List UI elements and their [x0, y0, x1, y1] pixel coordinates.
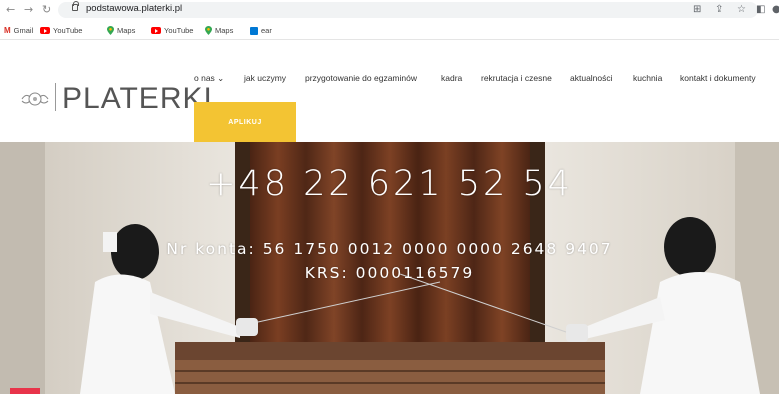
reload-icon[interactable]: ↻: [42, 3, 51, 16]
bookmark-label: Maps: [117, 26, 136, 35]
bookmark-label: YouTube: [164, 26, 194, 35]
maps-icon: [107, 26, 114, 35]
browser-toolbar: ← → ↻ podstawowa.platerki.pl ⊞ ⇪ ☆ ◧ ●: [0, 0, 779, 20]
forward-icon[interactable]: →: [24, 3, 33, 16]
lock-icon[interactable]: [72, 1, 79, 11]
krs-number: KRS: 0000116579: [304, 264, 475, 282]
bookmark-maps[interactable]: Maps: [107, 26, 135, 35]
profile-icon[interactable]: ●: [772, 4, 779, 15]
nav-rekrutacja[interactable]: rekrutacja i czesne: [481, 73, 552, 83]
nav-aktualnosci[interactable]: aktualności: [570, 73, 613, 83]
gmail-icon: M: [4, 26, 11, 35]
logo-separator: [55, 83, 56, 111]
translate-icon[interactable]: ⊞: [693, 4, 701, 15]
bookmark-label: ear: [261, 26, 272, 35]
nav-kuchnia[interactable]: kuchnia: [633, 73, 662, 83]
bookmark-maps-2[interactable]: Maps: [205, 26, 233, 35]
bookmark-label: Maps: [215, 26, 234, 35]
bookmark-ear[interactable]: ear: [250, 26, 272, 35]
maps-icon: [205, 26, 212, 35]
share-icon[interactable]: ⇪: [715, 4, 723, 15]
bookmark-label: Gmail: [13, 26, 34, 35]
nav-jak-uczymy[interactable]: jak uczymy: [244, 73, 286, 83]
apply-button[interactable]: APLIKUJ: [194, 102, 296, 142]
bookmark-label: YouTube: [53, 26, 83, 35]
sidepanel-icon[interactable]: ◧: [756, 4, 765, 15]
phone-number[interactable]: +48 22 621 52 54: [0, 164, 779, 204]
corner-badge: [10, 388, 40, 394]
site-logo[interactable]: PLATERKI: [62, 82, 213, 116]
nav-kontakt[interactable]: kontakt i dokumenty: [680, 73, 756, 83]
bookmark-youtube[interactable]: YouTube: [40, 26, 82, 35]
bookmark-youtube-2[interactable]: YouTube: [151, 26, 193, 35]
bank-account: Nr konta: 56 1750 0012 0000 0000 2648 94…: [166, 240, 613, 258]
outlook-icon: [250, 26, 258, 35]
url-text[interactable]: podstawowa.platerki.pl: [86, 3, 182, 14]
back-icon[interactable]: ←: [6, 3, 15, 16]
youtube-icon: [151, 27, 161, 34]
hero-banner: +48 22 621 52 54 Nr konta: 56 1750 0012 …: [0, 142, 779, 394]
nav-o-nas[interactable]: o nas ⌄: [194, 73, 224, 84]
bookmarks-bar: M Gmail YouTube Maps YouTube Maps ear: [0, 20, 779, 40]
nav-kadra[interactable]: kadra: [441, 73, 462, 83]
nav-przygotowanie[interactable]: przygotowanie do egzaminów: [305, 73, 417, 83]
youtube-icon: [40, 27, 50, 34]
school-emblem-icon: [21, 92, 49, 106]
star-icon[interactable]: ☆: [737, 4, 746, 15]
bookmark-gmail[interactable]: M Gmail: [4, 26, 33, 35]
